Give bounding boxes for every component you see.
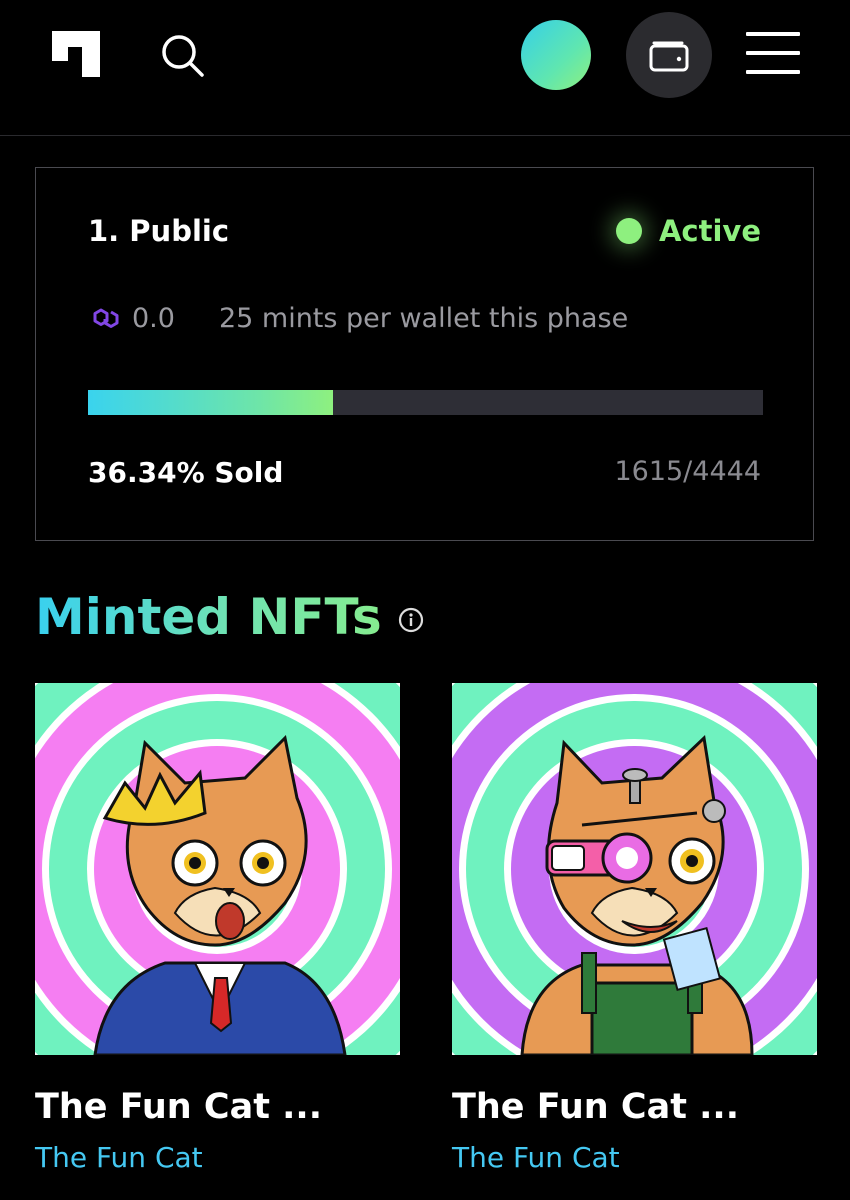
search-icon[interactable] (158, 32, 206, 78)
nft-card[interactable]: The Fun Cat ... The Fun Cat (35, 683, 400, 1174)
wallet-button[interactable] (626, 12, 712, 98)
mint-limit-text: 25 mints per wallet this phase (218, 302, 629, 334)
nft-collection-link[interactable]: The Fun Cat (452, 1141, 817, 1174)
status-badge: Active (615, 214, 761, 248)
phase-name: 1. Public (88, 214, 230, 248)
hamburger-menu-icon[interactable] (746, 30, 800, 76)
info-icon[interactable] (398, 607, 424, 633)
polygon-icon (93, 308, 119, 328)
minted-count: 1615/4444 (614, 456, 761, 487)
nft-image[interactable] (35, 683, 400, 1055)
wallet-icon (649, 41, 689, 72)
section-title: Minted NFTs (35, 588, 382, 646)
progress-bar (88, 390, 763, 415)
top-nav-bar (0, 0, 850, 136)
nft-image[interactable] (452, 683, 817, 1055)
nft-title[interactable]: The Fun Cat ... (35, 1087, 400, 1127)
price-row: 0.0 25 mints per wallet this phase (88, 300, 628, 336)
nft-card[interactable]: The Fun Cat ... The Fun Cat (452, 683, 817, 1174)
progress-fill (88, 390, 334, 415)
nft-collection-link[interactable]: The Fun Cat (35, 1141, 400, 1174)
nft-title[interactable]: The Fun Cat ... (452, 1087, 817, 1127)
status-label: Active (658, 214, 761, 248)
status-dot-icon (615, 218, 642, 244)
mint-phase-card: 1. Public Active 0.0 25 mints per wallet… (35, 167, 814, 541)
sold-percentage: 36.34% Sold (88, 456, 284, 489)
avatar[interactable] (521, 20, 591, 90)
square-logo-icon[interactable] (52, 31, 100, 77)
mint-price: 0.0 (132, 302, 175, 334)
minted-nfts-header: Minted NFTs (35, 588, 424, 646)
